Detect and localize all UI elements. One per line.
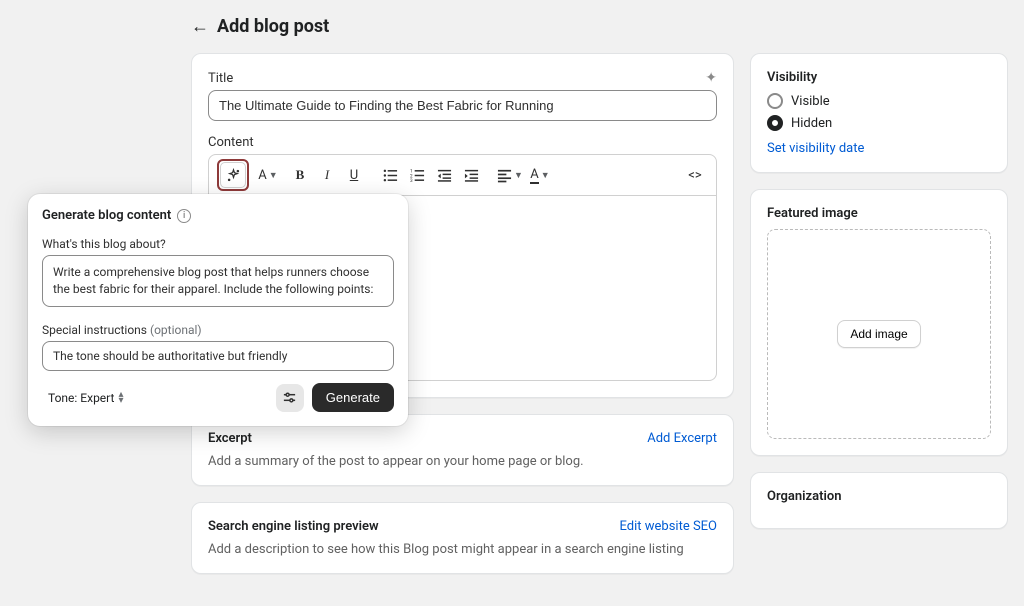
source-code-button[interactable]: <> [682, 162, 708, 188]
excerpt-description: Add a summary of the post to appear on y… [208, 454, 717, 469]
popover-title: Generate blog content [42, 208, 171, 223]
visibility-visible-label: Visible [791, 94, 830, 109]
outdent-button[interactable] [431, 162, 457, 188]
content-label: Content [208, 135, 254, 150]
instructions-optional: (optional) [150, 323, 202, 337]
svg-text:3: 3 [410, 178, 413, 183]
info-icon[interactable]: i [177, 209, 191, 223]
featured-image-dropzone[interactable]: Add image [767, 229, 991, 439]
tone-label: Tone: Expert [48, 391, 114, 405]
ai-sparkle-icon[interactable]: ✦ [705, 70, 717, 86]
title-label: Title [208, 71, 233, 86]
updown-icon: ▴▾ [118, 392, 123, 404]
featured-image-card: Featured image Add image [750, 189, 1008, 456]
about-label: What's this blog about? [42, 237, 394, 251]
align-dropdown[interactable]: ▼ [494, 162, 526, 188]
instructions-input[interactable] [42, 341, 394, 371]
radio-unselected-icon [767, 93, 783, 109]
organization-heading: Organization [767, 489, 991, 504]
visibility-hidden-option[interactable]: Hidden [767, 115, 991, 131]
radio-selected-icon [767, 115, 783, 131]
organization-card: Organization [750, 472, 1008, 529]
edit-seo-link[interactable]: Edit website SEO [620, 519, 718, 534]
bulleted-list-button[interactable] [377, 162, 403, 188]
visibility-visible-option[interactable]: Visible [767, 93, 991, 109]
title-input[interactable] [208, 90, 717, 121]
excerpt-title: Excerpt [208, 431, 252, 446]
seo-card: Search engine listing preview Edit websi… [191, 502, 734, 574]
page-title: Add blog post [217, 16, 329, 37]
set-visibility-date-link[interactable]: Set visibility date [767, 141, 991, 156]
indent-button[interactable] [458, 162, 484, 188]
text-color-dropdown[interactable]: A▼ [527, 162, 553, 188]
tone-dropdown[interactable]: Tone: Expert ▴▾ [42, 387, 130, 409]
ai-generate-button[interactable] [220, 162, 246, 188]
ai-generate-highlight [217, 159, 249, 191]
about-textarea[interactable] [42, 255, 394, 307]
visibility-card: Visibility Visible Hidden Set visibility… [750, 53, 1008, 173]
generate-content-popover: Generate blog content i What's this blog… [28, 194, 408, 426]
visibility-hidden-label: Hidden [791, 116, 832, 131]
featured-image-heading: Featured image [767, 206, 991, 221]
instructions-label: Special instructions [42, 323, 150, 337]
editor-toolbar: A▼ B I U 123 [208, 154, 717, 196]
generate-button[interactable]: Generate [312, 383, 394, 412]
underline-button[interactable]: U [341, 162, 367, 188]
add-image-button[interactable]: Add image [837, 320, 920, 348]
seo-description: Add a description to see how this Blog p… [208, 542, 717, 557]
back-arrow-icon[interactable]: ← [191, 16, 209, 37]
numbered-list-button[interactable]: 123 [404, 162, 430, 188]
heading-dropdown[interactable]: A▼ [255, 162, 281, 188]
seo-title: Search engine listing preview [208, 519, 379, 534]
italic-button[interactable]: I [314, 162, 340, 188]
visibility-heading: Visibility [767, 70, 991, 85]
add-excerpt-link[interactable]: Add Excerpt [647, 431, 717, 446]
bold-button[interactable]: B [287, 162, 313, 188]
popover-settings-button[interactable] [276, 384, 304, 412]
